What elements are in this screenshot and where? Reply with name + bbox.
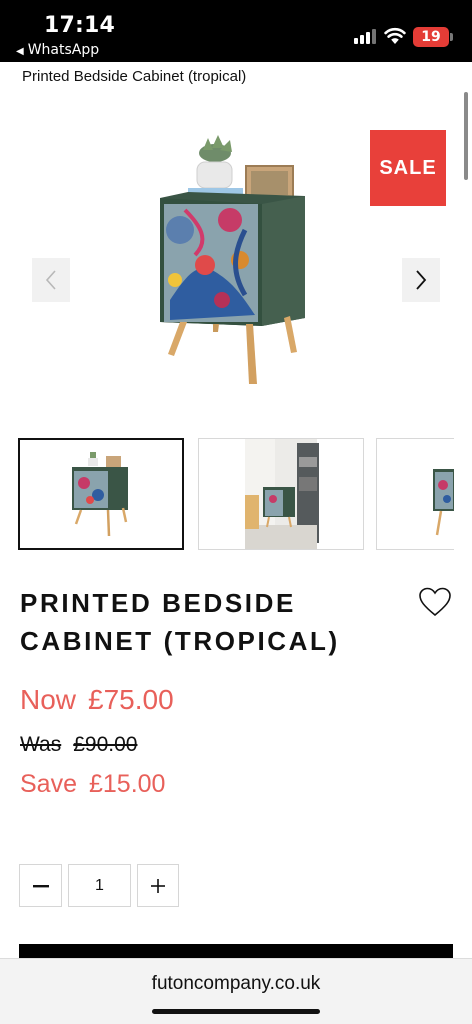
chevron-right-icon <box>416 270 427 290</box>
price-was: Was £90.00 <box>20 733 137 757</box>
gallery-prev-button[interactable] <box>32 258 70 302</box>
product-title: PRINTED BEDSIDE CABINET (TROPICAL) <box>20 588 340 656</box>
url-text[interactable]: futoncompany.co.uk <box>0 973 472 995</box>
back-triangle-icon: ◀ <box>16 46 24 57</box>
status-time: 17:14 <box>44 13 116 38</box>
page-title: Printed Bedside Cabinet (tropical) <box>22 68 247 85</box>
battery-cap <box>450 33 453 41</box>
back-to-app-link[interactable]: ◀ WhatsApp <box>16 42 99 58</box>
price-save: Save £15.00 <box>20 770 165 799</box>
price-was-label: Was <box>20 733 62 756</box>
browser-address-bar[interactable]: futoncompany.co.uk <box>0 958 472 1024</box>
home-indicator[interactable] <box>152 1009 320 1014</box>
quantity-input[interactable]: 1 <box>68 864 131 907</box>
price-was-value: £90.00 <box>73 733 138 756</box>
quantity-decrease-button[interactable] <box>19 864 62 907</box>
thumbnail-1[interactable] <box>18 438 184 550</box>
wifi-icon <box>384 28 406 44</box>
thumbnail-2[interactable] <box>198 438 364 550</box>
chevron-left-icon <box>45 270 56 290</box>
heart-outline-icon[interactable] <box>418 586 452 618</box>
gallery-next-button[interactable] <box>402 258 440 302</box>
minus-icon <box>32 884 49 887</box>
back-app-label: WhatsApp <box>27 42 100 58</box>
status-bar: 17:14 ◀ WhatsApp 19 <box>0 0 472 62</box>
thumbnail-3[interactable] <box>376 438 454 550</box>
price-now-label: Now <box>20 684 77 715</box>
sale-badge: SALE <box>370 130 446 206</box>
plus-icon <box>151 878 165 893</box>
price-now: Now £75.00 <box>20 684 174 716</box>
price-now-value: £75.00 <box>88 684 174 715</box>
cellular-signal-icon <box>354 28 376 44</box>
price-save-label: Save <box>20 770 77 798</box>
quantity-increase-button[interactable] <box>137 864 179 907</box>
price-save-value: £15.00 <box>88 770 166 798</box>
battery-indicator: 19 <box>413 27 449 47</box>
thumbnail-strip[interactable] <box>18 438 454 552</box>
